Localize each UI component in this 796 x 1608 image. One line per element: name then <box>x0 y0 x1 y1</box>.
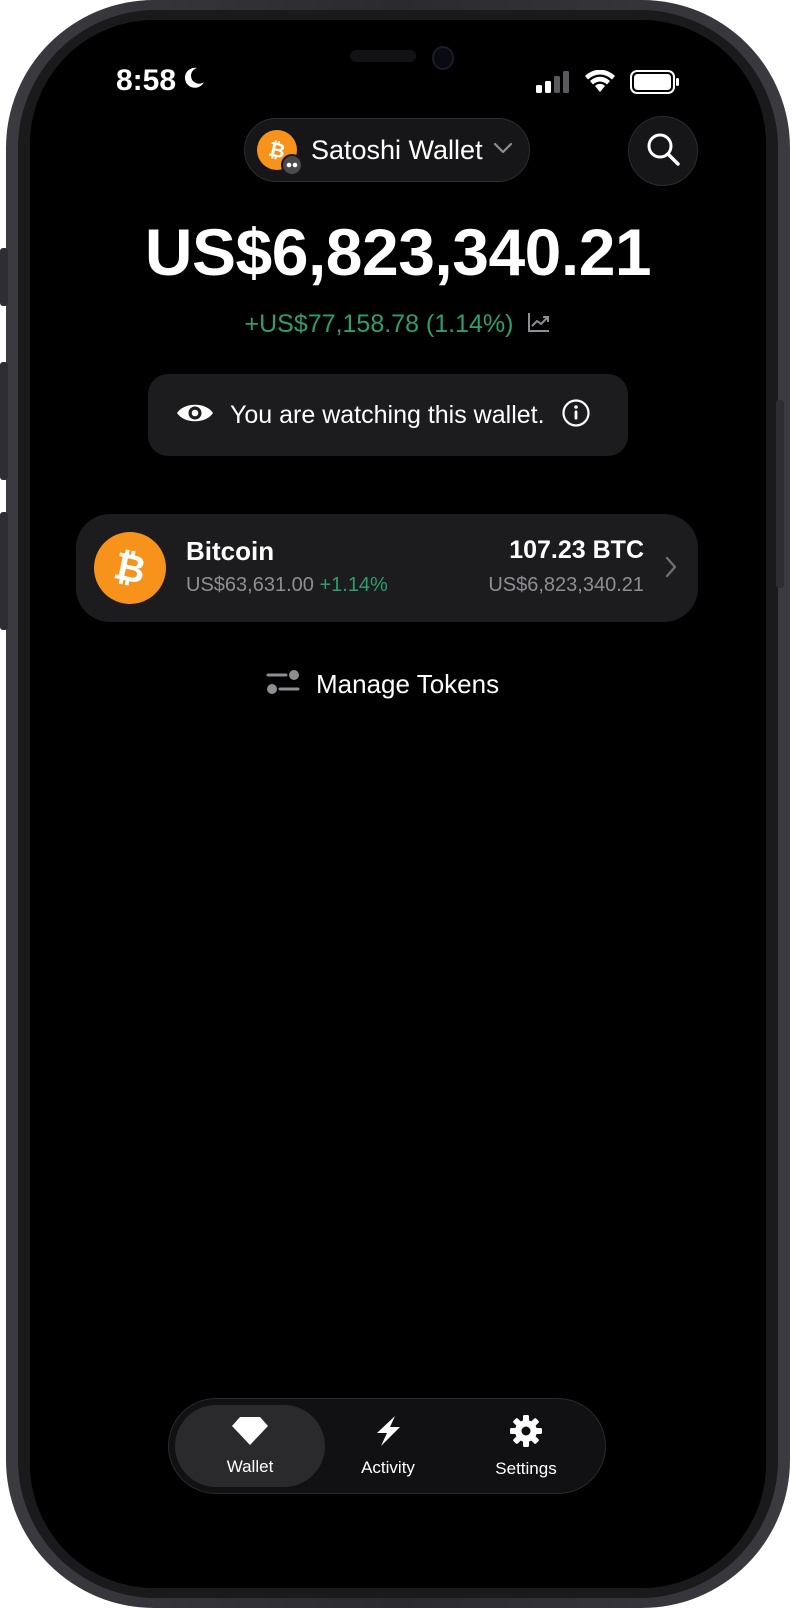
chevron-right-icon <box>664 556 678 583</box>
volume-up-button <box>0 362 8 480</box>
volume-down-button <box>0 512 8 630</box>
tab-wallet-label: Wallet <box>226 1456 274 1476</box>
wifi-icon <box>584 69 616 99</box>
status-time: 8:58 <box>116 64 206 98</box>
search-icon <box>645 131 681 172</box>
token-value: US$6,823,340.21 <box>488 574 644 596</box>
balance-change-row[interactable]: +US$77,158.78 (1.14%) <box>30 310 766 339</box>
token-name: Bitcoin <box>186 536 275 566</box>
action-button <box>0 248 8 306</box>
earpiece <box>350 50 416 62</box>
front-camera <box>432 46 454 70</box>
token-price: US$63,631.00 <box>186 574 314 596</box>
lightning-icon <box>373 1415 403 1452</box>
tab-bar: Wallet Activity Settings <box>168 1398 606 1494</box>
sliders-icon <box>266 668 300 701</box>
bitcoin-icon: ₿ <box>257 130 303 176</box>
svg-text:₿: ₿ <box>110 546 149 590</box>
watch-badge-icon <box>281 154 303 176</box>
search-button[interactable] <box>628 116 698 186</box>
tab-activity[interactable]: Activity <box>313 1405 463 1487</box>
eye-icon <box>176 401 214 430</box>
battery-icon <box>630 70 680 99</box>
token-price-change: +1.14% <box>319 574 388 596</box>
status-icons <box>536 69 680 99</box>
gear-icon <box>509 1414 543 1453</box>
total-balance: US$6,823,340.21 <box>144 215 652 289</box>
balance-change: +US$77,158.78 (1.14%) <box>244 310 514 338</box>
watching-text: You are watching this wallet. <box>230 400 545 429</box>
cellular-signal-icon <box>536 71 570 98</box>
info-icon[interactable] <box>561 398 591 433</box>
token-price-line: US$63,631.00 +1.14% <box>186 574 388 597</box>
moon-icon <box>182 64 206 98</box>
tab-activity-label: Activity <box>361 1457 415 1477</box>
wallet-name: Satoshi Wallet <box>311 134 483 165</box>
chart-trend-icon <box>527 311 551 338</box>
manage-tokens-button[interactable]: Manage Tokens <box>266 668 499 701</box>
app-screen: 8:58 ₿ Satoshi Wallet US$6,823,340.21 +U… <box>30 20 766 1588</box>
tab-settings[interactable]: Settings <box>451 1405 601 1487</box>
manage-tokens-label: Manage Tokens <box>316 669 500 699</box>
side-button <box>776 400 784 588</box>
bitcoin-icon: ₿ <box>94 532 166 604</box>
token-row-bitcoin[interactable]: ₿ Bitcoin US$63,631.00 +1.14% 107.23 BTC… <box>76 514 698 622</box>
tab-settings-label: Settings <box>495 1458 557 1478</box>
watching-banner: You are watching this wallet. <box>148 374 628 456</box>
wallet-selector[interactable]: ₿ Satoshi Wallet <box>244 118 530 182</box>
tab-wallet[interactable]: Wallet <box>175 1405 325 1487</box>
diamond-icon <box>231 1416 269 1451</box>
token-amount: 107.23 BTC <box>509 536 644 564</box>
status-time-text: 8:58 <box>116 64 177 97</box>
chevron-down-icon <box>493 141 513 159</box>
